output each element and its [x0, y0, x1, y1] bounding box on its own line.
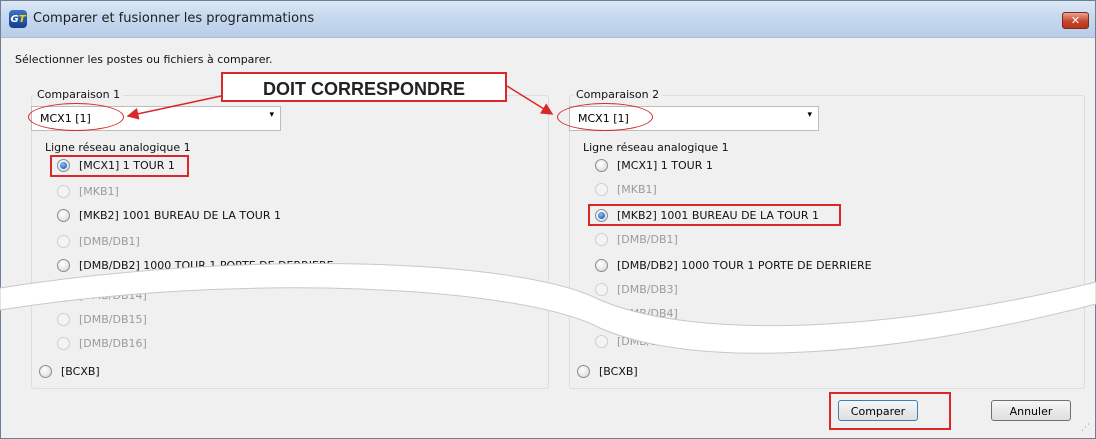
- left-arrow: [126, 95, 222, 120]
- right-arrow: [506, 85, 554, 115]
- must-match-callout: DOIT CORRESPONDRE: [221, 72, 507, 102]
- annotation-overlay: [0, 85, 1096, 354]
- break-band: [0, 263, 1096, 354]
